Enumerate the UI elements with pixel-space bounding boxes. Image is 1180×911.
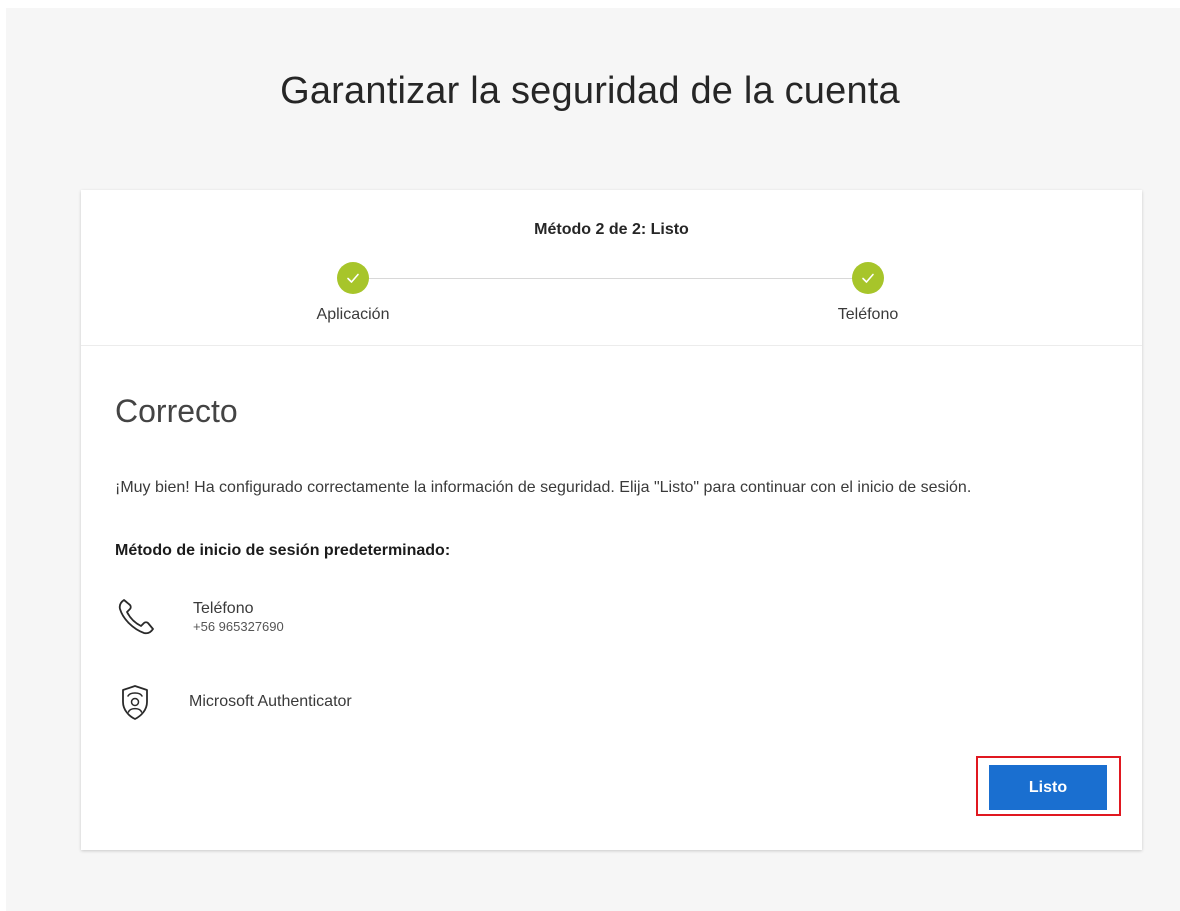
success-message: ¡Muy bien! Ha configurado correctamente … bbox=[115, 479, 972, 496]
method-phone-number: +56 965327690 bbox=[193, 619, 284, 634]
method-item-authenticator: Microsoft Authenticator bbox=[115, 680, 352, 724]
method-name-phone: Teléfono bbox=[193, 600, 254, 617]
default-method-label: Método de inicio de sesión predeterminad… bbox=[115, 542, 451, 559]
phone-icon bbox=[115, 595, 163, 639]
step-label-app: Aplicación bbox=[316, 306, 390, 323]
setup-card: Método 2 de 2: Listo Aplicación Teléfono… bbox=[81, 190, 1142, 850]
step-complete-check-icon bbox=[852, 262, 884, 294]
progress-stepper: Método 2 de 2: Listo Aplicación Teléfono bbox=[81, 190, 1142, 346]
step-connector-line bbox=[353, 278, 873, 279]
method-item-phone: Teléfono +56 965327690 bbox=[115, 595, 284, 639]
success-title: Correcto bbox=[115, 393, 238, 429]
method-name-authenticator: Microsoft Authenticator bbox=[189, 693, 352, 710]
step-label-phone: Teléfono bbox=[837, 306, 899, 323]
page-title: Garantizar la seguridad de la cuenta bbox=[280, 70, 900, 112]
authenticator-icon bbox=[115, 680, 163, 724]
done-button[interactable]: Listo bbox=[989, 765, 1107, 810]
step-caption: Método 2 de 2: Listo bbox=[534, 221, 689, 238]
step-complete-check-icon bbox=[337, 262, 369, 294]
